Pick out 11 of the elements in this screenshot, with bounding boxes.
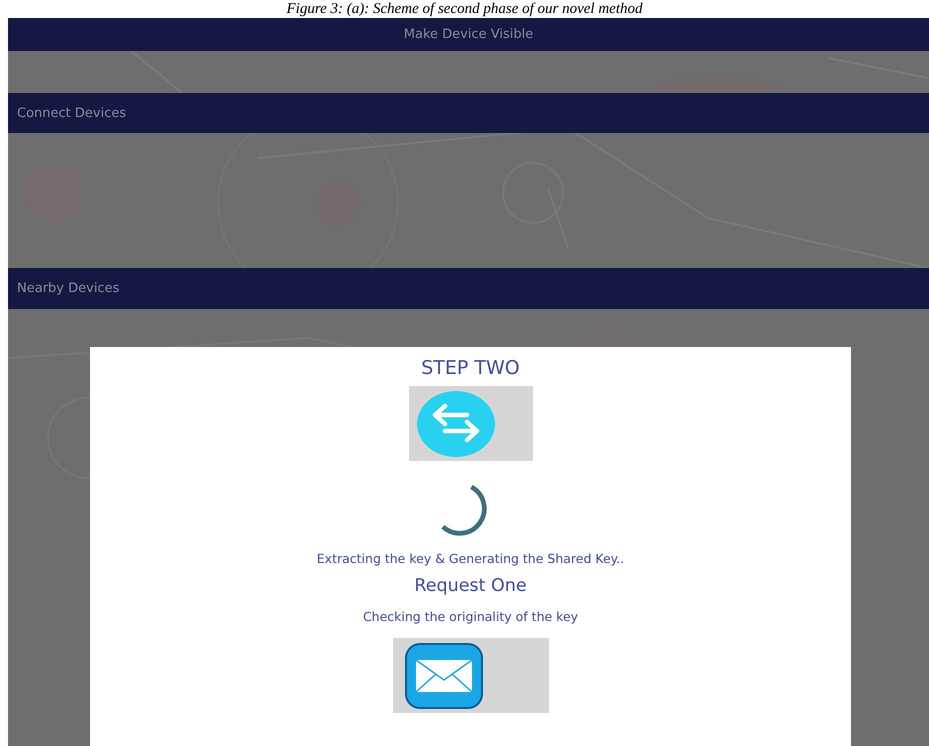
section-header: Nearby Devices <box>8 268 929 309</box>
envelope-icon <box>404 642 482 708</box>
exchange-arrows-icon <box>416 390 494 456</box>
request-status-text: Checking the originality of the key <box>362 609 578 624</box>
dialog-title: STEP TWO <box>421 357 520 379</box>
section-header: Connect Devices <box>8 93 929 133</box>
figure-caption: Figure 3: (a): Scheme of second phase of our novel method <box>285 0 644 18</box>
request-title: Request One <box>414 576 527 596</box>
section-header: Make Device Visible <box>8 18 929 51</box>
status-text: Extracting the key & Generating the Shared Key.. <box>316 551 624 566</box>
message-button[interactable] <box>392 638 548 713</box>
